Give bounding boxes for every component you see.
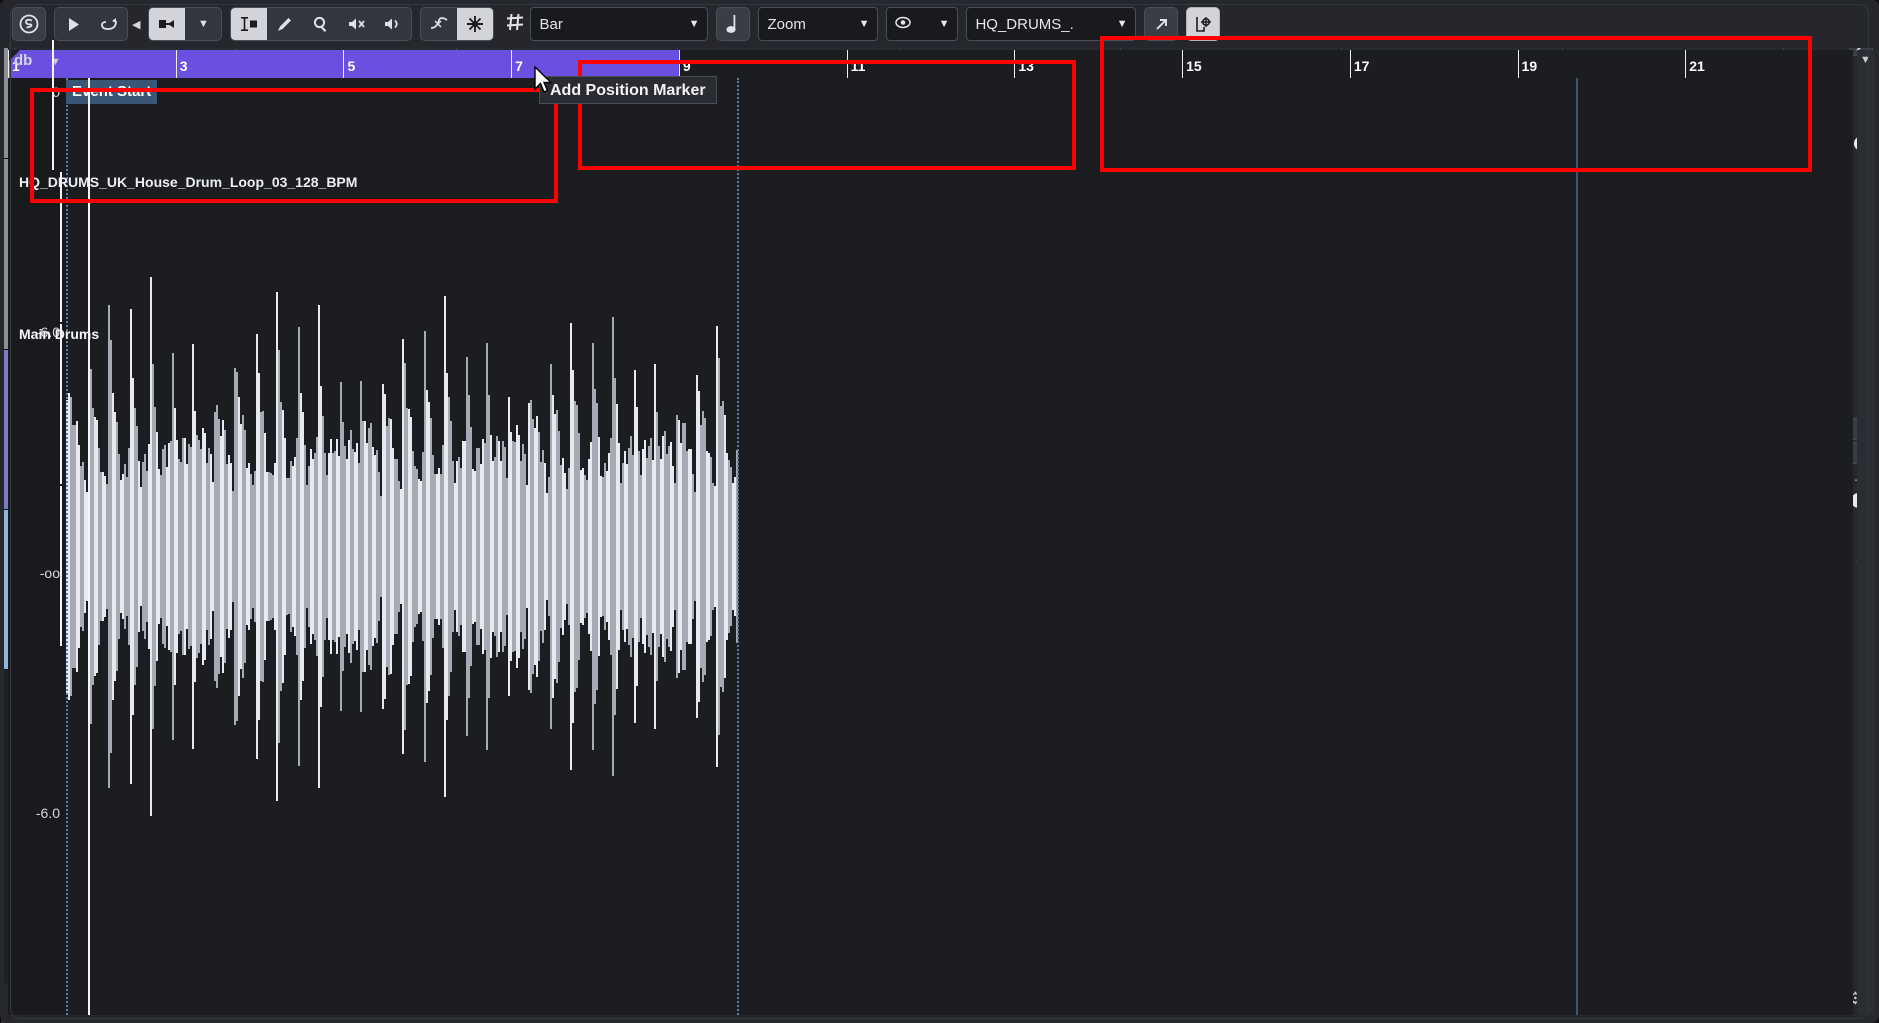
open-external-button[interactable] (1144, 7, 1179, 41)
note-icon[interactable] (716, 7, 751, 41)
ruler-bar-label: 9 (682, 58, 691, 74)
grid-icon (506, 13, 524, 36)
ruler-bar-label: 19 (1521, 58, 1538, 74)
locator-line[interactable] (1575, 78, 1578, 1015)
range-select-tool[interactable] (149, 8, 186, 40)
range-tool-group: ▼ (148, 7, 223, 41)
pencil-icon[interactable] (267, 8, 303, 40)
loop-button[interactable] (91, 8, 127, 40)
audio-event-name: HQ_DRUMS_UK_House_Drum_Loop_03_128_BPM (19, 174, 358, 190)
tooltip-add-position-marker: Add Position Marker (539, 76, 717, 104)
scrub-icon[interactable] (421, 8, 457, 40)
magnifier-icon[interactable] (303, 8, 339, 40)
snap-group (420, 7, 495, 41)
playhead[interactable] (60, 172, 62, 322)
db-tick-label: -oo (39, 564, 60, 581)
range-tool-dropdown[interactable]: ▼ (185, 8, 221, 40)
speaker-icon[interactable] (375, 8, 411, 40)
mouse-cursor-icon (533, 65, 555, 101)
transport-group (54, 7, 128, 41)
event-boundary[interactable] (736, 78, 739, 1015)
audio-file-dropdown[interactable]: HQ_DRUMS_. ▼ (966, 7, 1137, 41)
chevron-down-icon: ▼ (688, 18, 700, 30)
playhead[interactable] (60, 486, 62, 646)
eye-icon (895, 16, 912, 33)
solo-button[interactable] (12, 7, 46, 41)
object-select-tool[interactable] (231, 8, 268, 40)
sample-editor-vertical-scrollbar[interactable]: ▼ (1857, 50, 1875, 1015)
event-boundary[interactable] (66, 78, 68, 1015)
playhead[interactable] (60, 324, 62, 484)
view-options-dropdown[interactable]: ▼ (886, 7, 959, 41)
event-start-label: Event Start (66, 80, 158, 104)
quantize-value: Zoom (767, 15, 806, 33)
tool-group (230, 7, 413, 41)
chevron-left-icon[interactable]: ◀ (132, 18, 140, 31)
chevron-down-icon: ▼ (858, 18, 870, 30)
snap-icon[interactable] (457, 8, 494, 40)
sample-editor-waveform[interactable]: Event Start Event End (66, 78, 1853, 1015)
ruler-bar-label: 7 (515, 58, 523, 74)
chevron-down-icon[interactable]: ▼ (1860, 54, 1871, 66)
ruler-bar-label: 3 (179, 58, 188, 74)
grid-type-dropdown[interactable]: Bar ▼ (530, 7, 709, 41)
db-axis: 0 -6.0 -oo -6.0 (8, 78, 66, 1015)
chevron-down-icon: ▼ (1116, 18, 1128, 30)
playhead[interactable] (51, 40, 54, 170)
settings-button[interactable] (1186, 7, 1221, 41)
grid-type-value: Bar (539, 15, 563, 33)
chevron-down-icon: ▼ (938, 18, 950, 30)
play-button[interactable] (55, 8, 91, 40)
ruler-bar-label: 15 (1186, 58, 1202, 74)
playhead[interactable] (88, 78, 90, 1015)
mute-icon[interactable] (339, 8, 375, 40)
sample-editor-ruler[interactable]: 1 3 5 7 9 11 13 15 17 19 21 (8, 50, 1853, 78)
sample-editor-toolbar: ◀ ▼ Bar ▼ Zoom ▼ ▼ HQ_DRUMS_. ▼ (0, 0, 1879, 48)
ruler-bar-label: 21 (1689, 58, 1705, 74)
ruler-bar-label: 17 (1353, 58, 1370, 74)
audio-file-value: HQ_DRUMS_. (975, 15, 1074, 33)
ruler-bar-label: 11 (850, 58, 866, 74)
ruler-bar-label: 13 (1018, 58, 1034, 74)
db-tick-label: -6.0 (35, 804, 60, 821)
ruler-bar-label: 5 (347, 58, 356, 74)
db-axis-label: db (14, 52, 33, 69)
quantize-dropdown[interactable]: Zoom ▼ (758, 7, 879, 41)
